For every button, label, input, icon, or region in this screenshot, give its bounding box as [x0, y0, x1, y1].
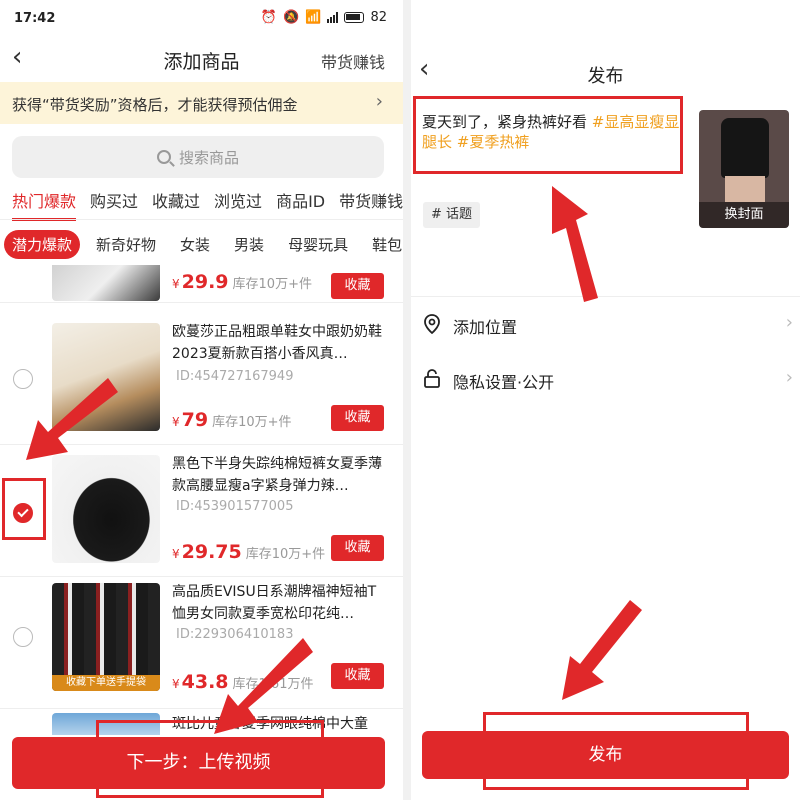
product-title: 欧蔓莎正品粗跟单鞋女中跟奶奶鞋2023夏新款百搭小香风真…	[172, 324, 382, 362]
chevron-right-icon: ›	[785, 312, 793, 333]
battery-level: 82	[370, 10, 387, 25]
favorite-button[interactable]: 收藏	[331, 405, 384, 431]
location-icon	[424, 314, 440, 334]
topic-button[interactable]: # 话题	[423, 202, 481, 228]
product-price: 79	[181, 409, 209, 431]
product-thumbnail	[52, 323, 160, 431]
product-thumbnail: 收藏下单送手提袋	[52, 583, 160, 691]
chip-baby[interactable]: 母婴玩具	[280, 230, 356, 259]
header: ‹ 添加商品 带货赚钱	[0, 40, 403, 78]
next-upload-video-button[interactable]: 下一步：上传视频	[12, 737, 385, 789]
product-stock: 库存10万+件	[245, 547, 326, 562]
tab-product-id[interactable]: 商品ID	[276, 188, 325, 221]
commission-banner[interactable]: 获得“带货奖励”资格后，才能获得预估佣金 ›	[0, 82, 403, 124]
product-thumbnail	[52, 455, 160, 563]
setting-label: 添加位置	[453, 318, 518, 337]
add-product-screen: 17:42 ⏰ 🔕 📶 82 ‹ 添加商品 带货赚钱 获得“带货奖励”资格后，才…	[0, 0, 403, 800]
product-stock: 库存10万+件	[212, 415, 292, 430]
tab-favorited[interactable]: 收藏过	[152, 188, 200, 221]
cover-image[interactable]: 换封面	[699, 110, 789, 228]
search-placeholder: 搜索商品	[178, 148, 239, 167]
product-list: ¥29.9 库存10万+件 收藏 欧蔓莎正品粗跟单鞋女中跟奶奶鞋2023夏新款百搭…	[0, 265, 403, 735]
publish-button[interactable]: 发布	[422, 731, 789, 779]
product-id: ID:453901577005	[176, 499, 294, 514]
add-location-row[interactable]: 添加位置 ›	[423, 304, 793, 344]
favorite-button[interactable]: 收藏	[331, 273, 384, 299]
list-item[interactable]: ¥29.9 库存10万+件 收藏	[0, 265, 403, 303]
chip-shoes[interactable]: 鞋包	[364, 230, 403, 259]
product-stock: 库存1.61万件	[232, 677, 314, 692]
publish-screen: ‹ 发布 夏天到了，紧身热裤好看 #显高显瘦显腿长 #夏季热裤 换封面 # 话题…	[411, 0, 800, 800]
signal-icon	[327, 12, 339, 23]
lock-icon	[424, 369, 440, 388]
banner-text: 获得“带货奖励”资格后，才能获得预估佣金	[12, 96, 298, 114]
product-price: 43.8	[181, 671, 229, 693]
favorite-button[interactable]: 收藏	[331, 663, 384, 689]
alarm-icon: ⏰	[260, 10, 278, 25]
status-bar: 17:42 ⏰ 🔕 📶 82	[0, 0, 403, 40]
tab-earn[interactable]: 带货赚钱	[339, 188, 403, 221]
chip-men[interactable]: 男装	[226, 230, 272, 259]
list-item[interactable]: 黑色下半身失踪纯棉短裤女夏季薄款高腰显瘦a字紧身弹力辣… ID:45390157…	[0, 445, 403, 577]
chip-novelty[interactable]: 新奇好物	[88, 230, 164, 259]
tab-purchased[interactable]: 购买过	[90, 188, 138, 221]
product-title: 斑比儿童春夏季网眼纯棉中大童	[172, 716, 368, 732]
page-title: 发布	[587, 66, 624, 87]
change-cover-label: 换封面	[699, 202, 789, 228]
category-tabs: 热门爆款 购买过 收藏过 浏览过 商品ID 带货赚钱	[12, 188, 403, 221]
product-thumbnail	[52, 713, 160, 735]
favorite-button[interactable]: 收藏	[331, 535, 384, 561]
product-id: ID:229306410183	[176, 627, 294, 642]
list-item[interactable]: 收藏下单送手提袋 高品质EVISU日系潮牌福神短袖T恤男女同款夏季宽松印花纯… …	[0, 577, 403, 709]
product-stock: 库存10万+件	[232, 277, 312, 292]
setting-label: 隐私设置·公开	[453, 373, 555, 392]
privacy-row[interactable]: 隐私设置·公开 ›	[423, 359, 793, 399]
caption-text: 夏天到了，紧身热裤好看	[422, 113, 592, 131]
product-title: 高品质EVISU日系潮牌福神短袖T恤男女同款夏季宽松印花纯…	[172, 584, 377, 622]
caption-input[interactable]: 夏天到了，紧身热裤好看 #显高显瘦显腿长 #夏季热裤	[422, 112, 682, 152]
thumbnail-badge: 收藏下单送手提袋	[52, 675, 160, 691]
list-item[interactable]: 欧蔓莎正品粗跟单鞋女中跟奶奶鞋2023夏新款百搭小香风真… ID:4547271…	[0, 313, 403, 445]
select-radio-checked[interactable]	[13, 503, 33, 523]
search-input[interactable]: 搜索商品	[12, 136, 384, 178]
product-thumbnail	[52, 265, 160, 301]
select-radio[interactable]	[13, 369, 33, 389]
status-time: 17:42	[14, 11, 56, 26]
chip-women[interactable]: 女装	[172, 230, 218, 259]
chevron-right-icon: ›	[375, 91, 383, 112]
chip-potential[interactable]: 潜力爆款	[4, 230, 81, 259]
header: ‹ 发布	[411, 52, 800, 92]
wifi-icon: 📶	[305, 10, 322, 25]
chevron-right-icon: ›	[785, 367, 793, 388]
battery-icon	[344, 12, 365, 23]
search-icon	[156, 150, 171, 164]
product-price: 29.9	[181, 271, 229, 293]
product-id: ID:454727167949	[176, 369, 294, 384]
earn-link[interactable]: 带货赚钱	[321, 49, 385, 73]
select-radio[interactable]	[13, 627, 33, 647]
subcategory-chips: 潜力爆款 新奇好物 女装 男装 母婴玩具 鞋包	[4, 230, 403, 259]
list-item[interactable]: 斑比儿童春夏季网眼纯棉中大童	[0, 709, 403, 735]
mute-icon: 🔕	[283, 10, 300, 25]
tab-browsed[interactable]: 浏览过	[214, 188, 262, 221]
tab-hot[interactable]: 热门爆款	[12, 188, 77, 221]
product-title: 黑色下半身失踪纯棉短裤女夏季薄款高腰显瘦a字紧身弹力辣…	[172, 456, 382, 494]
product-price: 29.75	[181, 541, 242, 563]
